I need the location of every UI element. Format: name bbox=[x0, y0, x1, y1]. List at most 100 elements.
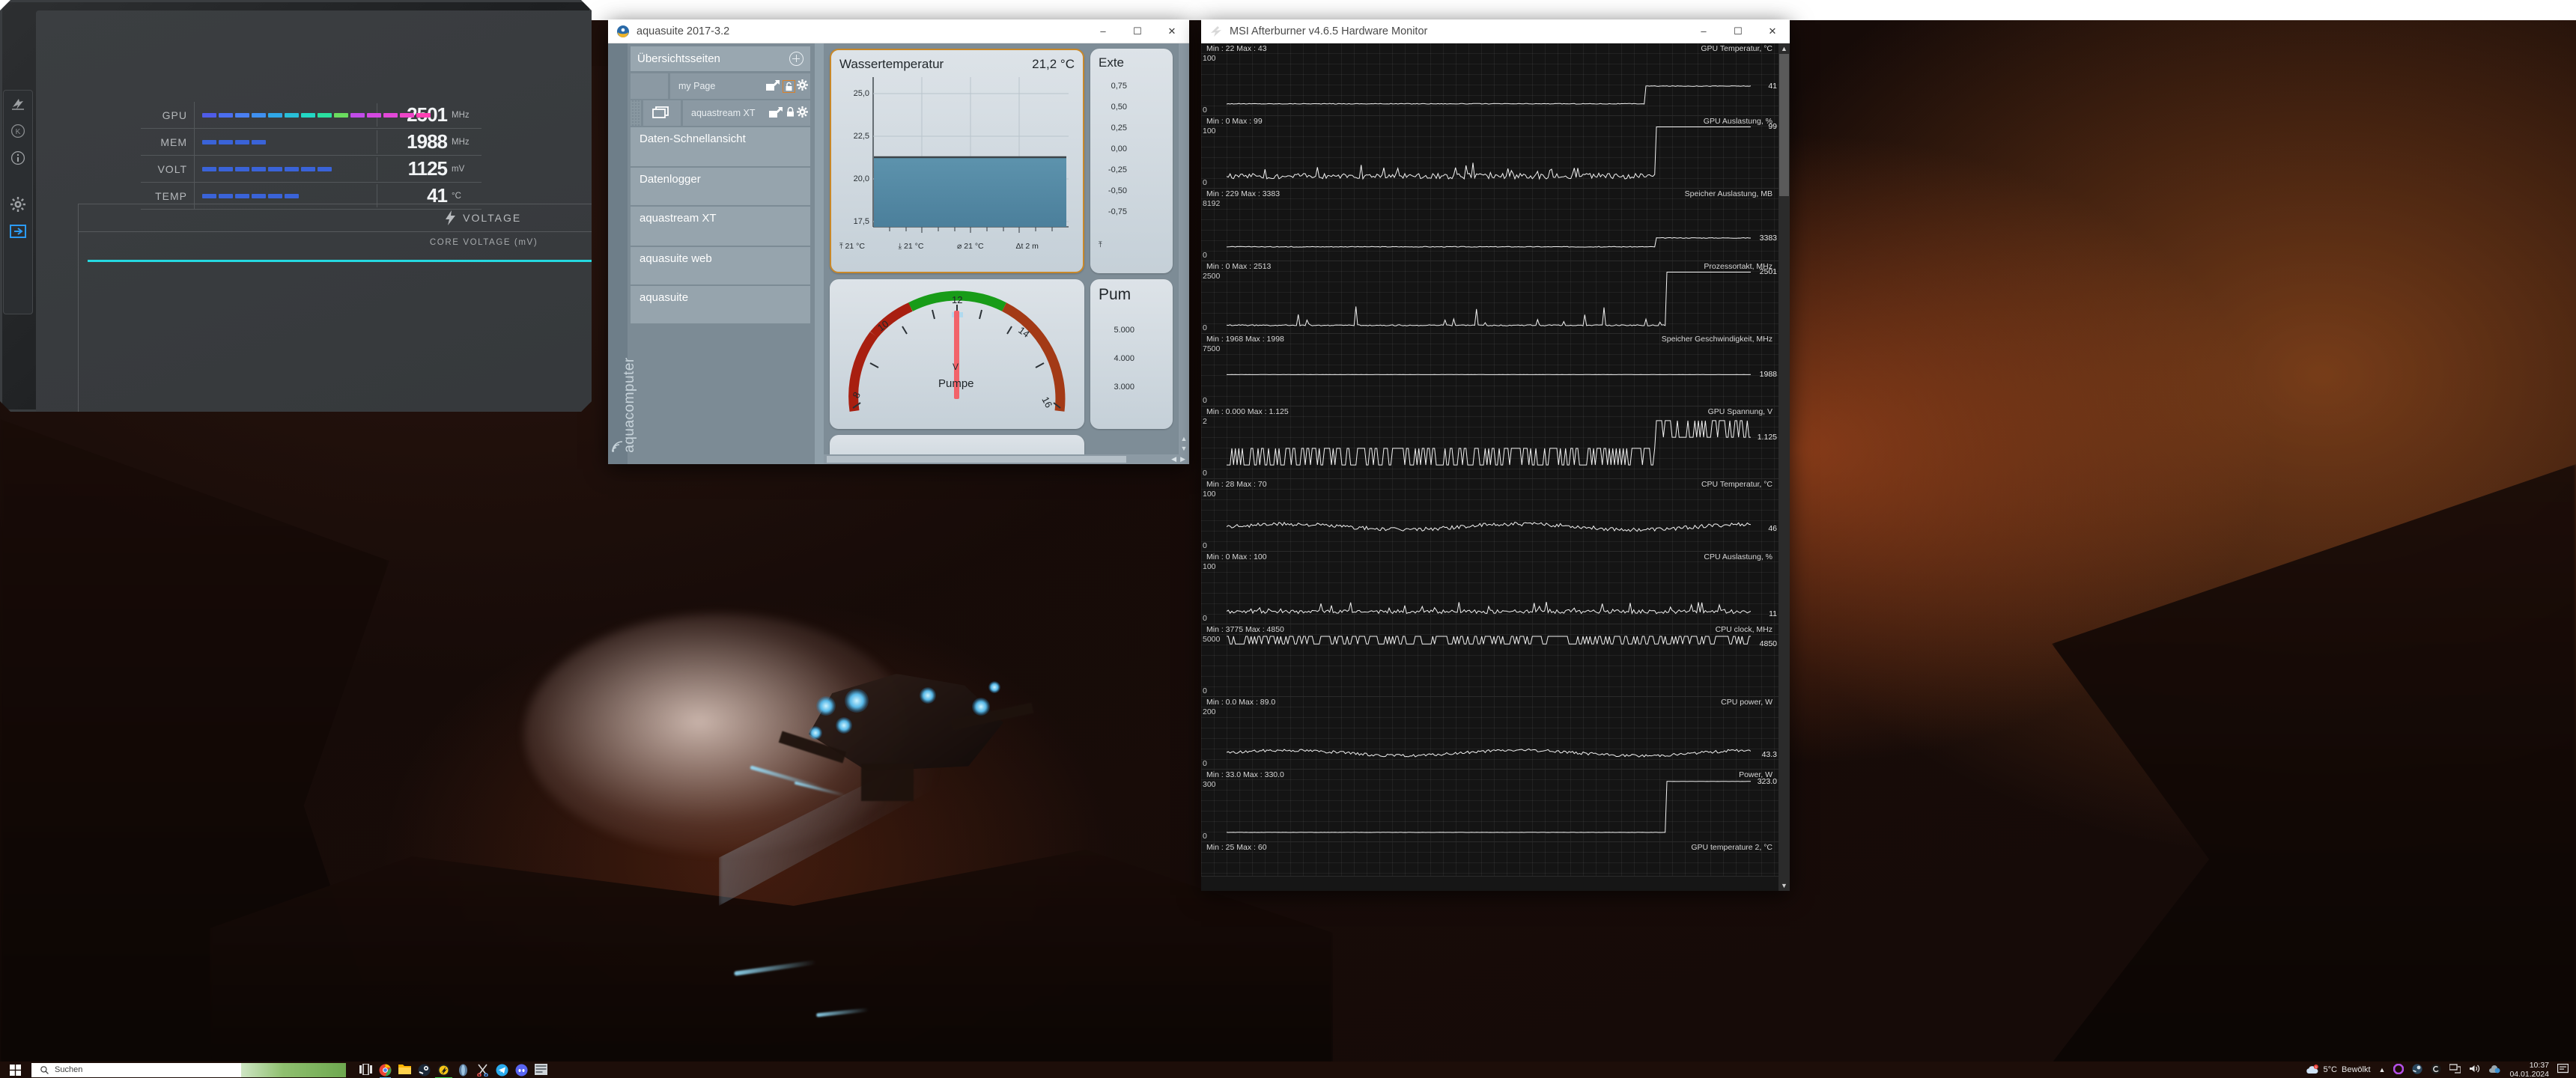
hwmon-graph[interactable]: Min : 3775 Max : 4850 CPU clock, MHz 5000 0… bbox=[1201, 624, 1778, 697]
info-icon[interactable] bbox=[10, 150, 25, 168]
hscroll-right-arrow[interactable]: ▶ bbox=[1180, 455, 1185, 463]
drag-handle-1[interactable] bbox=[631, 100, 641, 126]
hwmon-graph[interactable]: Min : 22 Max : 43 GPU Temperatur, °C 100 0 4… bbox=[1201, 43, 1778, 116]
hscroll-thumb[interactable] bbox=[827, 456, 1126, 463]
notifications-icon[interactable] bbox=[2557, 1063, 2569, 1076]
aquasuite-titlebar[interactable]: aquasuite 2017-3.2 – ☐ ✕ bbox=[608, 19, 1189, 43]
steam-tray-icon[interactable] bbox=[2412, 1063, 2423, 1077]
cortana-icon[interactable] bbox=[2393, 1063, 2405, 1077]
task-view-icon[interactable] bbox=[359, 1062, 372, 1077]
aquasuite-window[interactable]: aquasuite 2017-3.2 – ☐ ✕ aquacomputer Üb… bbox=[608, 19, 1189, 464]
sidebar-item-aquasuite[interactable]: aquasuite bbox=[631, 286, 810, 323]
clock[interactable]: 10:37 04.01.2024 bbox=[2509, 1061, 2549, 1078]
lock-icon-1[interactable] bbox=[786, 106, 795, 120]
hwmon-graph[interactable]: Min : 33.0 Max : 330.0 Power, W 300 0 323.0 bbox=[1201, 770, 1778, 842]
hwmon-scroll-up[interactable]: ▲ bbox=[1781, 45, 1787, 52]
hwmon-minimize-button[interactable]: – bbox=[1686, 19, 1721, 43]
hwmon-graph[interactable]: Min : 0.0 Max : 89.0 CPU power, W 200 0 43.3 bbox=[1201, 697, 1778, 770]
pump-speed-panel[interactable]: Pum 5.000 4.000 3.000 bbox=[1090, 279, 1173, 429]
hwmon-graph[interactable]: Min : 0.000 Max : 1.125 GPU Spannung, V 2 0… bbox=[1201, 406, 1778, 479]
start-button[interactable] bbox=[0, 1064, 30, 1076]
hwmon-scroll-thumb[interactable] bbox=[1779, 54, 1789, 196]
page-name-0[interactable]: my Page bbox=[670, 73, 810, 99]
taskbar-apps[interactable] bbox=[359, 1062, 547, 1078]
hwmon-graph[interactable]: Min : 0 Max : 100 CPU Auslastung, % 100 0 11 bbox=[1201, 552, 1778, 624]
hardware-monitor-window[interactable]: MSI Afterburner v4.6.5 Hardware Monitor … bbox=[1201, 19, 1790, 891]
hwmon-graph[interactable]: Min : 1968 Max : 1998 Speicher Geschwindi… bbox=[1201, 334, 1778, 406]
hwmon-maximize-button[interactable]: ☐ bbox=[1721, 19, 1755, 43]
hwmon-graph[interactable]: Min : 229 Max : 3383 Speicher Auslastung,… bbox=[1201, 189, 1778, 261]
scroll-up-arrow[interactable]: ▲ bbox=[1181, 435, 1188, 442]
ghub-icon[interactable] bbox=[2431, 1063, 2442, 1077]
app-extra-icon[interactable] bbox=[535, 1063, 547, 1077]
msi-afterburner-window[interactable]: K 1 2 3 4 5 bbox=[0, 0, 592, 412]
scroll-down-arrow[interactable]: ▼ bbox=[1181, 445, 1188, 452]
export-icon-0[interactable] bbox=[765, 78, 781, 94]
sidebar-item-aquasuite-web[interactable]: aquasuite web bbox=[631, 247, 810, 284]
readout-value-volt: 1125 bbox=[377, 157, 449, 180]
afterburner-taskbar-icon[interactable] bbox=[435, 1064, 452, 1078]
water-temperature-panel[interactable]: Wassertemperatur 21,2 °C 25,0 22,5 20,0 … bbox=[830, 49, 1084, 273]
aquasuite-vertical-scrollbar[interactable]: ▲ ▼ bbox=[1179, 43, 1189, 464]
hwmon-titlebar[interactable]: MSI Afterburner v4.6.5 Hardware Monitor … bbox=[1201, 19, 1790, 43]
settings-gear-icon-0[interactable] bbox=[797, 79, 808, 93]
hwmon-graph[interactable]: Min : 28 Max : 70 CPU Temperatur, °C 100 0 4… bbox=[1201, 479, 1778, 552]
k-boost-icon[interactable]: K bbox=[10, 124, 25, 141]
export-icon-1[interactable] bbox=[768, 105, 784, 121]
page-name-1[interactable]: aquastream XT bbox=[683, 100, 810, 126]
aquasuite-close-button[interactable]: ✕ bbox=[1155, 19, 1189, 43]
search-box[interactable]: Suchen bbox=[31, 1062, 346, 1077]
aquasuite-horizontal-scrollbar[interactable]: ◀ ▶ bbox=[824, 454, 1189, 464]
hwmon-scroll-down[interactable]: ▼ bbox=[1781, 882, 1787, 889]
hwmon-graph[interactable]: Min : 0 Max : 99 GPU Auslastung, % 100 0 99 bbox=[1201, 116, 1778, 189]
lock-icon-0[interactable] bbox=[783, 79, 795, 93]
hwmon-graph[interactable]: Min : 25 Max : 60 GPU temperature 2, °C bbox=[1201, 842, 1778, 877]
afterburner-left-sidebar[interactable]: K bbox=[3, 90, 33, 314]
hwmon-close-button[interactable]: ✕ bbox=[1755, 19, 1790, 43]
bar-segment bbox=[252, 140, 266, 144]
onedrive-icon[interactable] bbox=[2488, 1065, 2501, 1076]
taskbar[interactable]: Suchen 1 5°C Bewölkt ▲ 10:37 04.01.2024 bbox=[0, 1061, 2576, 1078]
water-ytick-2: 20,0 bbox=[853, 174, 869, 183]
sidebar-item-aquastream-xt[interactable]: aquastream XT bbox=[631, 207, 810, 246]
water-temp-title: Wassertemperatur bbox=[839, 57, 944, 71]
external-panel[interactable]: Exte 0,75 0,50 0,25 0,00 -0,25 -0,50 -0,… bbox=[1090, 49, 1173, 273]
aquasuite-sidebar[interactable]: Übersichtsseiten my Page aquastream XT D… bbox=[628, 43, 815, 464]
hwmon-scrollbar[interactable]: ▲ ▼ bbox=[1778, 43, 1790, 891]
network-icon[interactable] bbox=[2449, 1064, 2462, 1076]
sidebar-header-overview[interactable]: Übersichtsseiten bbox=[631, 46, 810, 71]
sidebar-item-daten-schnellansicht[interactable]: Daten-Schnellansicht bbox=[631, 127, 810, 166]
weather-widget[interactable]: 1 5°C Bewölkt bbox=[2306, 1065, 2371, 1075]
telegram-icon[interactable] bbox=[496, 1064, 508, 1077]
hscroll-left-arrow[interactable]: ◀ bbox=[1171, 455, 1176, 463]
hwmon-graph[interactable]: Min : 0 Max : 2513 Prozessortakt, MHz 2500… bbox=[1201, 261, 1778, 334]
aquasuite-sidebar-scrollbar[interactable] bbox=[815, 43, 824, 464]
sidebar-page-row-1[interactable]: aquastream XT bbox=[631, 100, 810, 126]
add-page-icon[interactable] bbox=[789, 52, 804, 66]
gear-icon[interactable] bbox=[10, 197, 25, 215]
volume-icon[interactable] bbox=[2469, 1064, 2480, 1076]
file-explorer-icon[interactable] bbox=[398, 1064, 411, 1077]
chrome-icon[interactable] bbox=[379, 1064, 392, 1078]
sidebar-item-datenlogger[interactable]: Datenlogger bbox=[631, 168, 810, 205]
profile-icon[interactable] bbox=[10, 97, 25, 115]
sidebar-page-row-0[interactable]: my Page bbox=[631, 73, 810, 99]
tray-chevron-up-icon[interactable]: ▲ bbox=[2379, 1066, 2386, 1074]
pump-gauge-panel[interactable]: 8 10 12 14 16 V Pumpe bbox=[830, 279, 1084, 429]
bar-segment bbox=[219, 167, 233, 171]
steam-icon[interactable] bbox=[418, 1064, 431, 1077]
system-tray[interactable]: 1 5°C Bewölkt ▲ 10:37 04.01.2024 bbox=[2306, 1061, 2576, 1078]
aquasuite-maximize-button[interactable]: ☐ bbox=[1120, 19, 1155, 43]
readout-unit-gpu: MHz bbox=[452, 110, 470, 120]
aquasuite-taskbar-icon[interactable] bbox=[457, 1064, 470, 1077]
bar-segment bbox=[268, 194, 282, 198]
snipping-tool-icon[interactable] bbox=[476, 1064, 489, 1077]
aquasuite-minimize-button[interactable]: – bbox=[1086, 19, 1120, 43]
external-title: Exte bbox=[1099, 55, 1125, 70]
ext-ytick-1: 0,50 bbox=[1111, 103, 1127, 112]
graph-name: GPU temperature 2, °C bbox=[1691, 843, 1772, 852]
apply-icon[interactable] bbox=[10, 224, 26, 242]
settings-gear-icon-1[interactable] bbox=[797, 106, 808, 120]
graph-minmax: Min : 33.0 Max : 330.0 bbox=[1206, 770, 1284, 779]
discord-icon[interactable] bbox=[515, 1064, 528, 1077]
